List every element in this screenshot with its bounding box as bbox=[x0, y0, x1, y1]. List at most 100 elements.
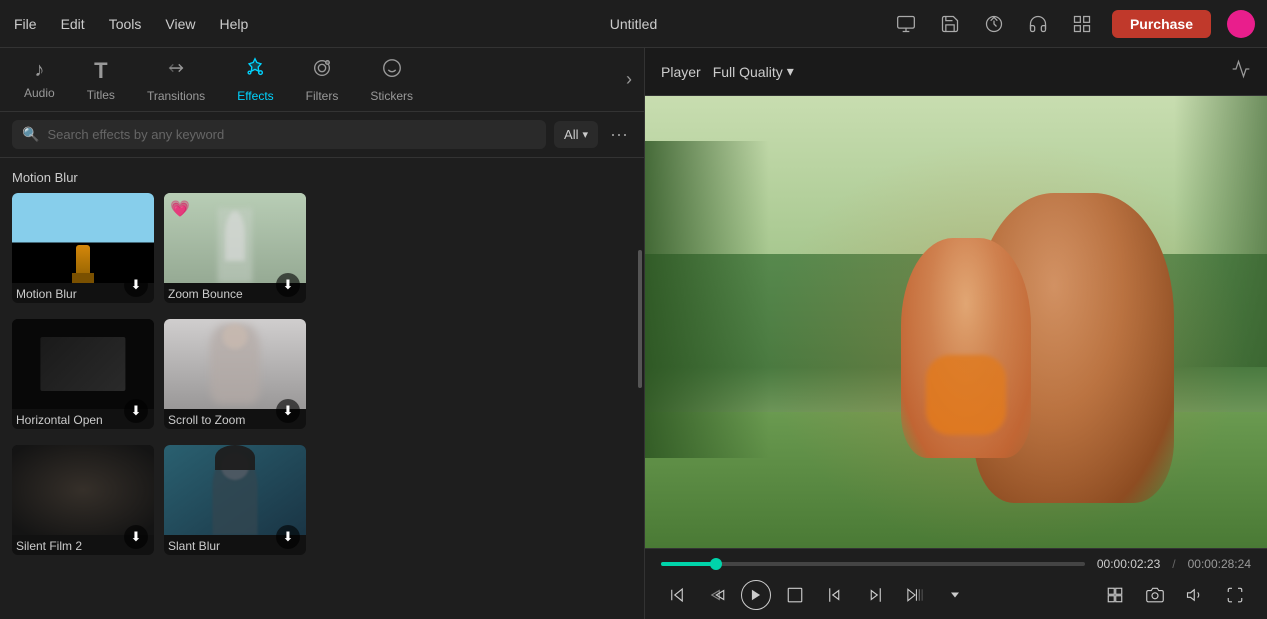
mark-out-button[interactable] bbox=[859, 579, 891, 611]
filter-dropdown[interactable]: All ▾ bbox=[554, 121, 598, 148]
headphone-icon[interactable] bbox=[1024, 10, 1052, 38]
progress-thumb[interactable] bbox=[710, 558, 722, 570]
stickers-icon bbox=[381, 57, 403, 85]
monitor-icon[interactable] bbox=[892, 10, 920, 38]
effect-card-horizontal-open[interactable]: ⬇ Horizontal Open bbox=[12, 319, 154, 429]
video-preview bbox=[645, 96, 1267, 548]
ripple-button[interactable] bbox=[899, 579, 931, 611]
effect-card-scroll-to-zoom[interactable]: ⬇ Scroll to Zoom bbox=[164, 319, 306, 429]
section-horizontal: ⬇ Horizontal Open ⬇ Scr bbox=[12, 319, 632, 429]
step-back-button[interactable] bbox=[701, 579, 733, 611]
section-motion-blur-title: Motion Blur bbox=[12, 170, 632, 185]
player-label: Player bbox=[661, 64, 701, 80]
tab-titles-label: Titles bbox=[87, 88, 115, 102]
snapshot-button[interactable] bbox=[1139, 579, 1171, 611]
quality-dropdown[interactable]: Full Quality ▾ bbox=[713, 63, 794, 80]
menu-items: File Edit Tools View Help bbox=[12, 12, 892, 36]
tab-filters[interactable]: Filters bbox=[290, 53, 355, 107]
controls-row bbox=[661, 579, 1251, 611]
effect-card-silent-film[interactable]: ⬇ Silent Film 2 bbox=[12, 445, 154, 555]
volume-button[interactable] bbox=[1179, 579, 1211, 611]
player-header: Player Full Quality ▾ bbox=[645, 48, 1267, 96]
effects-row-1: ⬇ Motion Blur 💗 ⬇ Zoom Bounce bbox=[12, 193, 632, 303]
main-content: ♪ Audio T Titles Transitions bbox=[0, 48, 1267, 619]
audio-icon: ♪ bbox=[34, 59, 44, 82]
fullscreen-button[interactable] bbox=[1219, 579, 1251, 611]
filter-label: All bbox=[564, 127, 578, 142]
search-input[interactable] bbox=[47, 127, 536, 142]
export-icon[interactable] bbox=[980, 10, 1008, 38]
search-icon: 🔍 bbox=[22, 126, 39, 143]
effects-row-2: ⬇ Horizontal Open ⬇ Scr bbox=[12, 319, 632, 429]
effect-card-motion-blur[interactable]: ⬇ Motion Blur bbox=[12, 193, 154, 303]
player-controls: 00:00:02:23 / 00:00:28:24 bbox=[645, 548, 1267, 619]
quality-label: Full Quality bbox=[713, 64, 783, 80]
effect-card-zoom-bounce[interactable]: 💗 ⬇ Zoom Bounce bbox=[164, 193, 306, 303]
effect-thumb-silent-film bbox=[12, 445, 154, 535]
more-options-button[interactable]: ··· bbox=[606, 120, 632, 149]
effect-card-slant-blur[interactable]: ⬇ Slant Blur bbox=[164, 445, 306, 555]
filter-chevron-icon: ▾ bbox=[582, 128, 588, 141]
download-icon-zoom-bounce: ⬇ bbox=[276, 273, 300, 297]
download-icon-silent-film: ⬇ bbox=[124, 525, 148, 549]
analytics-icon[interactable] bbox=[1231, 59, 1251, 84]
tab-transitions-label: Transitions bbox=[147, 89, 205, 103]
menu-help[interactable]: Help bbox=[217, 12, 250, 36]
search-input-wrap[interactable]: 🔍 bbox=[12, 120, 546, 149]
transitions-icon bbox=[165, 57, 187, 85]
favorite-icon-zoom-bounce: 💗 bbox=[170, 199, 190, 219]
menu-file[interactable]: File bbox=[12, 12, 39, 36]
mark-in-button[interactable] bbox=[819, 579, 851, 611]
tab-effects[interactable]: Effects bbox=[221, 53, 289, 107]
left-panel: ♪ Audio T Titles Transitions bbox=[0, 48, 645, 619]
menu-right: Purchase bbox=[892, 10, 1255, 38]
tab-audio-label: Audio bbox=[24, 86, 55, 100]
tab-titles[interactable]: T Titles bbox=[71, 54, 131, 106]
section-motion-blur: Motion Blur ⬇ Motion Blur bbox=[12, 170, 632, 303]
save-icon[interactable] bbox=[936, 10, 964, 38]
progress-row: 00:00:02:23 / 00:00:28:24 bbox=[661, 557, 1251, 571]
effect-thumb-slant-blur bbox=[164, 445, 306, 535]
menu-view[interactable]: View bbox=[163, 12, 197, 36]
progress-fill bbox=[661, 562, 716, 566]
tab-effects-label: Effects bbox=[237, 89, 273, 103]
effects-container: Motion Blur ⬇ Motion Blur bbox=[0, 158, 644, 619]
filters-icon bbox=[311, 57, 333, 85]
effect-thumb-scroll-to-zoom bbox=[164, 319, 306, 409]
tab-stickers-label: Stickers bbox=[370, 89, 413, 103]
time-separator: / bbox=[1172, 557, 1175, 571]
grid-icon[interactable] bbox=[1068, 10, 1096, 38]
effect-thumb-horiz-open bbox=[12, 319, 154, 409]
tab-transitions[interactable]: Transitions bbox=[131, 53, 221, 107]
tab-stickers[interactable]: Stickers bbox=[354, 53, 429, 107]
effect-thumb-motion-blur bbox=[12, 193, 154, 283]
play-button[interactable] bbox=[741, 580, 771, 610]
photo-warm-overlay bbox=[645, 96, 1267, 548]
right-panel: Player Full Quality ▾ bbox=[645, 48, 1267, 619]
quality-chevron-icon: ▾ bbox=[787, 63, 794, 80]
stop-button[interactable] bbox=[779, 579, 811, 611]
effects-row-3: ⬇ Silent Film 2 bbox=[12, 445, 632, 555]
search-bar: 🔍 All ▾ ··· bbox=[0, 112, 644, 158]
ripple-dropdown[interactable] bbox=[939, 579, 971, 611]
scroll-indicator bbox=[638, 250, 642, 388]
layout-button[interactable] bbox=[1099, 579, 1131, 611]
app-title: Untitled bbox=[610, 16, 657, 32]
tab-audio[interactable]: ♪ Audio bbox=[8, 55, 71, 104]
menu-edit[interactable]: Edit bbox=[59, 12, 87, 36]
avatar[interactable] bbox=[1227, 10, 1255, 38]
time-total: 00:00:28:24 bbox=[1188, 557, 1251, 571]
section-silent: ⬇ Silent Film 2 bbox=[12, 445, 632, 555]
skip-back-button[interactable] bbox=[661, 579, 693, 611]
purchase-button[interactable]: Purchase bbox=[1112, 10, 1211, 38]
tab-filters-label: Filters bbox=[306, 89, 339, 103]
download-icon-horizontal-open: ⬇ bbox=[124, 399, 148, 423]
progress-bar[interactable] bbox=[661, 562, 1085, 566]
tab-bar: ♪ Audio T Titles Transitions bbox=[0, 48, 644, 112]
download-icon-motion-blur: ⬇ bbox=[124, 273, 148, 297]
titles-icon: T bbox=[94, 58, 107, 84]
tab-more-chevron[interactable]: › bbox=[622, 65, 636, 94]
effects-icon bbox=[244, 57, 266, 85]
time-current: 00:00:02:23 bbox=[1097, 557, 1160, 571]
menu-tools[interactable]: Tools bbox=[107, 12, 144, 36]
